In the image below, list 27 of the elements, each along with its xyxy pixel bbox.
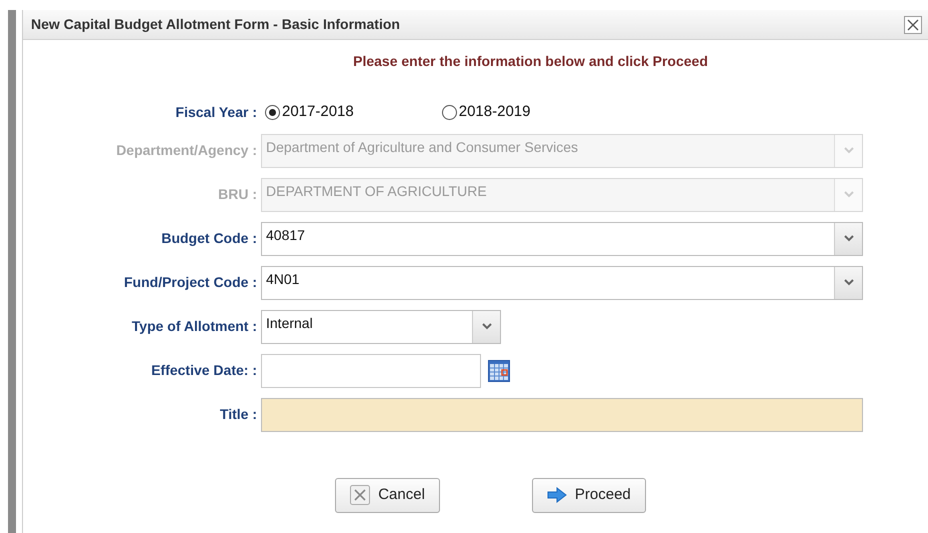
- field-label: Type of Allotment :: [130, 317, 258, 336]
- field-label: Budget Code :: [160, 229, 258, 248]
- field-label: Department/Agency :: [115, 141, 258, 160]
- radio-button[interactable]: [265, 104, 280, 120]
- radio-button[interactable]: [442, 104, 457, 120]
- instruction-text: Please enter the information below and click Proceed: [352, 52, 709, 71]
- calendar-icon[interactable]: [488, 360, 510, 382]
- field-label: Effective Date: :: [150, 361, 258, 380]
- dropdown-field[interactable]: Internal: [261, 310, 501, 344]
- cancel-button[interactable]: Cancel: [335, 478, 440, 512]
- field-label: BRU :: [217, 185, 258, 204]
- input-field[interactable]: [261, 398, 863, 432]
- dropdown-field[interactable]: 40817: [261, 222, 863, 256]
- dropdown-field: DEPARTMENT OF AGRICULTURE: [261, 178, 863, 212]
- dropdown-field[interactable]: 4N01: [261, 266, 863, 300]
- radio-label[interactable]: 2018-2019: [458, 101, 530, 124]
- close-button[interactable]: [904, 16, 922, 34]
- field-label: Title :: [218, 405, 258, 424]
- close-icon: [350, 485, 370, 505]
- dropdown-field: Department of Agriculture and Consumer Services: [261, 134, 863, 168]
- proceed-button[interactable]: Proceed: [532, 478, 646, 512]
- window-title: New Capital Budget Allotment Form - Basic Information: [31, 15, 400, 34]
- date-field[interactable]: [261, 354, 481, 388]
- field-label: Fund/Project Code :: [123, 273, 258, 292]
- radio-label[interactable]: 2017-2018: [282, 101, 354, 124]
- arrow-icon: [546, 487, 567, 503]
- field-label: Fiscal Year :: [174, 102, 258, 122]
